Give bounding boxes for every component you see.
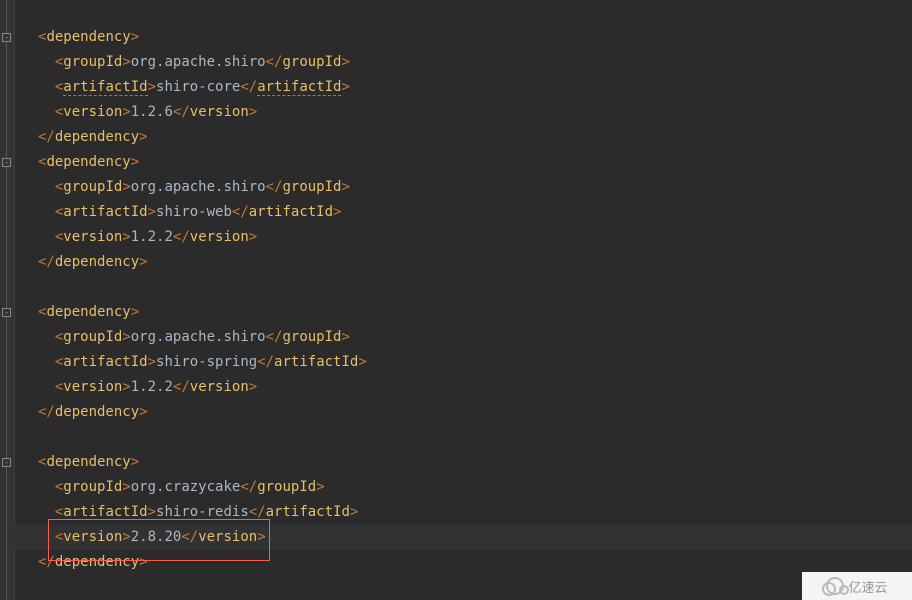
fold-marker[interactable]: - [2, 33, 11, 42]
blank-line[interactable] [38, 275, 912, 300]
fold-marker[interactable]: - [2, 308, 11, 317]
dependency-open[interactable]: <dependency> [38, 450, 912, 475]
code-editor[interactable]: - - - - <dependency> <groupId>org.apache.sh… [0, 0, 912, 600]
dependency-open[interactable]: <dependency> [38, 25, 912, 50]
groupId-line[interactable]: <groupId>org.crazycake</groupId> [38, 475, 912, 500]
dependency-close[interactable]: </dependency> [38, 125, 912, 150]
dependency-open[interactable]: <dependency> [38, 300, 912, 325]
watermark-badge: 亿速云 [802, 572, 912, 600]
artifactId-line[interactable]: <artifactId>shiro-core</artifactId> [38, 75, 912, 100]
blank-line[interactable] [38, 575, 912, 600]
version-line[interactable]: <version>2.8.20</version> [38, 525, 912, 550]
artifactId-line[interactable]: <artifactId>shiro-web</artifactId> [38, 200, 912, 225]
gutter: - - - - [0, 0, 14, 600]
version-line[interactable]: <version>1.2.2</version> [38, 375, 912, 400]
fold-marker[interactable]: - [2, 458, 11, 467]
cloud-icon [826, 577, 844, 595]
blank-line[interactable] [38, 425, 912, 450]
groupId-line[interactable]: <groupId>org.apache.shiro</groupId> [38, 50, 912, 75]
watermark-text: 亿速云 [848, 577, 887, 596]
indent-guide [14, 0, 26, 600]
code-area[interactable]: <dependency> <groupId>org.apache.shiro</… [26, 0, 912, 600]
version-line[interactable]: <version>1.2.2</version> [38, 225, 912, 250]
dependency-close[interactable]: </dependency> [38, 250, 912, 275]
groupId-line[interactable]: <groupId>org.apache.shiro</groupId> [38, 325, 912, 350]
version-line[interactable]: <version>1.2.6</version> [38, 100, 912, 125]
fold-marker[interactable]: - [2, 158, 11, 167]
artifactId-line[interactable]: <artifactId>shiro-redis</artifactId> [38, 500, 912, 525]
dependency-close[interactable]: </dependency> [38, 400, 912, 425]
groupId-line[interactable]: <groupId>org.apache.shiro</groupId> [38, 175, 912, 200]
dependency-close[interactable]: </dependency> [38, 550, 912, 575]
artifactId-line[interactable]: <artifactId>shiro-spring</artifactId> [38, 350, 912, 375]
dependency-open[interactable]: <dependency> [38, 150, 912, 175]
blank-line[interactable] [38, 0, 912, 25]
